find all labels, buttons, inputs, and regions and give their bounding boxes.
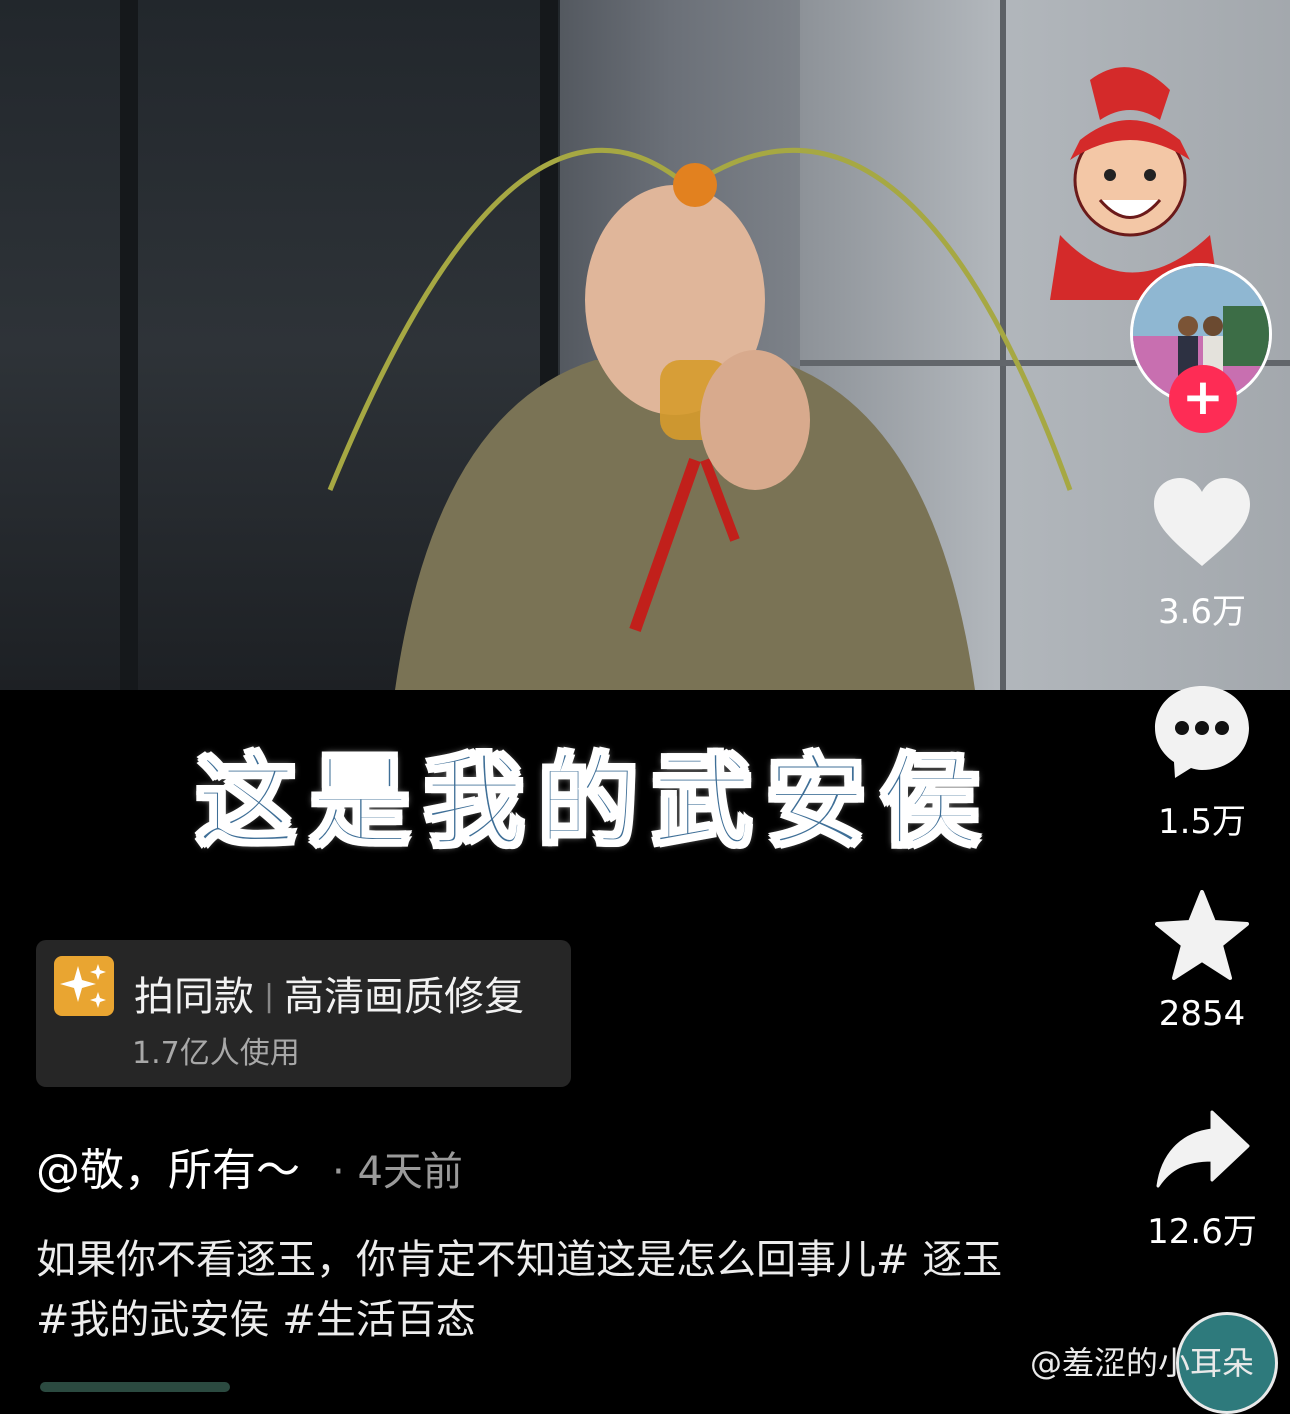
author-line: @敬，所有～ · 4天前 [36,1134,463,1198]
favorite-count: 2854 [1158,994,1246,1034]
effect-user-count: 1.7亿人使用 [132,1036,300,1071]
person-drinking [395,163,975,690]
effect-separator: | [264,979,275,1014]
time-label: 4天前 [357,1149,463,1195]
time-separator: · [332,1149,345,1195]
author-name[interactable]: @敬，所有～ [36,1145,300,1196]
star-icon [1155,890,1249,980]
sparkle-icon [54,956,114,1016]
watermark: @羞涩的小耳朵 [1030,1344,1255,1382]
comment-count: 1.5万 [1157,802,1247,842]
overlay-caption: 这是我的武安侯 [195,742,994,862]
like-button[interactable]: 3.6万 [1132,478,1272,633]
share-arrow-icon [1156,1110,1250,1188]
door-frame [120,0,138,690]
comment-button[interactable]: 1.5万 [1132,684,1272,843]
bottom-progress-bar [40,1382,230,1392]
follow-button[interactable]: + [1169,365,1237,433]
post-time: · 4天前 [332,1149,463,1195]
share-button[interactable]: 12.6万 [1132,1110,1272,1253]
video-player[interactable] [0,0,1290,690]
heart-icon [1154,478,1250,566]
comment-icon [1155,686,1249,778]
effect-action-label: 拍同款 [134,974,254,1020]
share-count: 12.6万 [1147,1212,1257,1252]
effect-card[interactable]: 拍同款 | 高清画质修复 1.7亿人使用 [36,940,571,1087]
effect-name: 高清画质修复 [284,974,525,1020]
favorite-button[interactable]: 2854 [1132,890,1272,1034]
effect-title: 拍同款 | 高清画质修复 [134,964,524,1022]
post-description[interactable]: 如果你不看逐玉，你肯定不知道这是怎么回事儿# 逐玉 #我的武安侯 #生活百态 [36,1230,1016,1350]
like-count: 3.6万 [1157,592,1247,632]
